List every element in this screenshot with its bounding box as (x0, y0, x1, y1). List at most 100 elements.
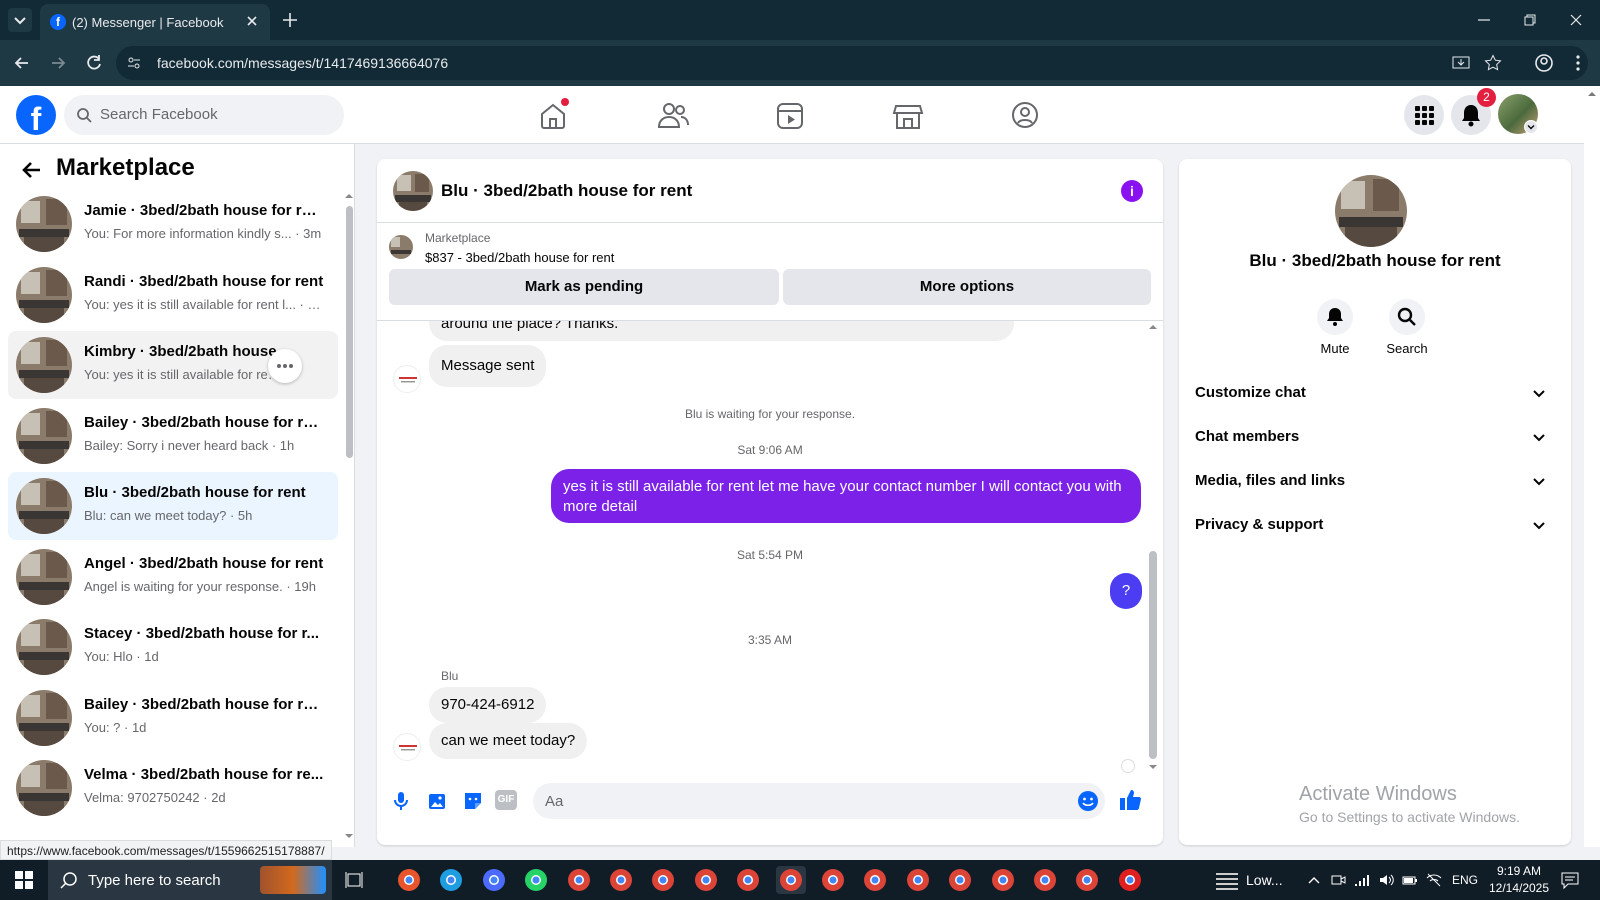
conversation-avatar (16, 337, 72, 393)
wifi-off-icon[interactable] (1426, 872, 1442, 888)
chrome-icon[interactable] (606, 866, 636, 894)
whatsapp-icon[interactable] (521, 866, 551, 894)
more-options-button[interactable]: More options (783, 269, 1151, 305)
clock-date[interactable]: 12/14/2025 (1484, 881, 1554, 895)
menu-button[interactable] (1404, 95, 1444, 135)
nav-friends[interactable] (648, 96, 698, 134)
chrome-icon[interactable] (775, 866, 806, 894)
mute-button[interactable]: Mute (1311, 299, 1359, 359)
network-icon[interactable] (1354, 872, 1370, 888)
site-info-icon[interactable] (126, 55, 142, 71)
info-section-media-files-and-links[interactable]: Media, files and links (1195, 461, 1555, 501)
message-input[interactable]: Aa (533, 783, 1105, 819)
battery-icon[interactable] (1402, 872, 1418, 888)
chrome-icon[interactable] (564, 866, 594, 894)
sidebar-scrollbar[interactable] (343, 190, 354, 846)
notifications-center-icon[interactable] (1560, 870, 1580, 890)
tab-list-button[interactable] (8, 8, 32, 32)
chevron-down-icon (1524, 120, 1538, 134)
notifications-button[interactable]: 2 (1451, 88, 1496, 135)
office-icon[interactable] (394, 866, 424, 894)
edge-icon[interactable] (436, 866, 466, 894)
chrome-icon[interactable] (1030, 866, 1060, 894)
facebook-search[interactable]: Search Facebook (64, 95, 344, 135)
conversation-info-icon[interactable]: i (1121, 180, 1143, 202)
info-section-chat-members[interactable]: Chat members (1195, 417, 1555, 457)
chrome-icon[interactable] (648, 866, 678, 894)
start-windows-icon[interactable] (14, 870, 34, 890)
facebook-logo[interactable]: f (16, 95, 56, 137)
chat-avatar[interactable] (393, 171, 433, 211)
search-in-conversation-button[interactable]: Search (1379, 299, 1435, 359)
scrollbar-thumb[interactable] (1149, 551, 1157, 759)
taskbar-search[interactable]: Type here to search (48, 860, 332, 900)
profile-icon[interactable] (1534, 53, 1554, 73)
nav-home[interactable] (528, 96, 578, 134)
page-scrollbar[interactable] (1584, 86, 1600, 847)
conversation-item[interactable]: Bailey · 3bed/2bath house for rent You: ?… (8, 684, 338, 752)
sender-avatar[interactable] (393, 365, 421, 393)
install-app-icon[interactable] (1452, 54, 1470, 72)
language-indicator[interactable]: ENG (1452, 873, 1478, 887)
clock-time[interactable]: 9:19 AM (1484, 864, 1554, 878)
thumbs-up-icon[interactable] (1117, 787, 1143, 813)
thread-scrollbar[interactable] (1147, 321, 1159, 777)
chrome-icon[interactable] (733, 866, 763, 894)
listing-thumbnail[interactable] (389, 235, 413, 259)
info-section-customize-chat[interactable]: Customize chat (1195, 373, 1555, 413)
task-view-icon[interactable] (344, 870, 364, 890)
minimize-icon[interactable] (1476, 12, 1492, 28)
bookmark-star-icon[interactable] (1484, 54, 1502, 72)
conversation-item[interactable]: Blu · 3bed/2bath house for rent Blu: can … (8, 472, 338, 540)
chrome-icon[interactable] (818, 866, 848, 894)
conversation-item[interactable]: Velma · 3bed/2bath house for re... Velma:… (8, 754, 338, 822)
copilot-icon[interactable] (479, 866, 509, 894)
reload-icon[interactable] (84, 53, 104, 73)
chrome-icon[interactable] (988, 866, 1018, 894)
conversation-item[interactable]: Randi · 3bed/2bath house for rent You: ye… (8, 261, 338, 329)
more-actions-icon[interactable] (268, 349, 302, 383)
tab-close-icon[interactable] (244, 13, 260, 29)
sticker-icon[interactable] (461, 789, 485, 813)
volume-icon[interactable] (1378, 872, 1394, 888)
window-close-icon[interactable] (1568, 12, 1584, 28)
sender-avatar[interactable] (393, 733, 421, 761)
chrome-icon[interactable] (903, 866, 933, 894)
chrome-icon[interactable] (691, 866, 721, 894)
chat-title[interactable]: Blu · 3bed/2bath house for rent (441, 181, 692, 201)
browser-menu-icon[interactable] (1572, 53, 1584, 73)
listing-title[interactable]: $837 - 3bed/2bath house for rent (425, 250, 614, 265)
new-tab-icon[interactable] (280, 10, 300, 30)
conversation-item[interactable]: Stacey · 3bed/2bath house for r... You: H… (8, 613, 338, 681)
info-section-privacy-support[interactable]: Privacy & support (1195, 505, 1555, 545)
chrome-icon[interactable] (945, 866, 975, 894)
restore-icon[interactable] (1522, 12, 1538, 28)
photo-icon[interactable] (425, 789, 449, 813)
nav-video[interactable] (766, 96, 816, 134)
tray-chevron-up-icon[interactable] (1306, 872, 1322, 888)
back-arrow-icon[interactable] (20, 158, 44, 182)
mark-pending-button[interactable]: Mark as pending (389, 269, 779, 305)
address-bar[interactable]: facebook.com/messages/t/1417469136664076 (116, 46, 1588, 80)
weather-label[interactable]: Low... (1246, 872, 1283, 888)
scrollbar-thumb[interactable] (346, 206, 353, 458)
gif-icon[interactable]: GIF (495, 790, 517, 810)
profile-photo[interactable] (1335, 175, 1407, 247)
vpn-icon[interactable] (1115, 866, 1145, 894)
emoji-icon[interactable] (1077, 790, 1099, 812)
conversation-item[interactable]: Bailey · 3bed/2bath house for rent Bailey… (8, 402, 338, 470)
nav-gaming[interactable] (1000, 96, 1050, 134)
meet-now-icon[interactable] (1330, 872, 1346, 888)
conversation-item[interactable]: Kimbry · 3bed/2bath house f... You: yes i… (8, 331, 338, 399)
conversation-item[interactable]: Angel · 3bed/2bath house for rent Angel i… (8, 543, 338, 611)
weather-icon[interactable] (1216, 870, 1238, 890)
chrome-icon[interactable] (860, 866, 890, 894)
back-icon[interactable] (12, 53, 32, 73)
conversation-item[interactable]: Jamie · 3bed/2bath house for rent You: Fo… (8, 190, 338, 258)
browser-tab[interactable]: f (2) Messenger | Facebook (40, 4, 270, 40)
account-avatar[interactable] (1498, 94, 1538, 134)
nav-marketplace[interactable] (883, 96, 933, 134)
chrome-icon[interactable] (1072, 866, 1102, 894)
forward-icon[interactable] (48, 53, 68, 73)
microphone-icon[interactable] (389, 789, 413, 813)
